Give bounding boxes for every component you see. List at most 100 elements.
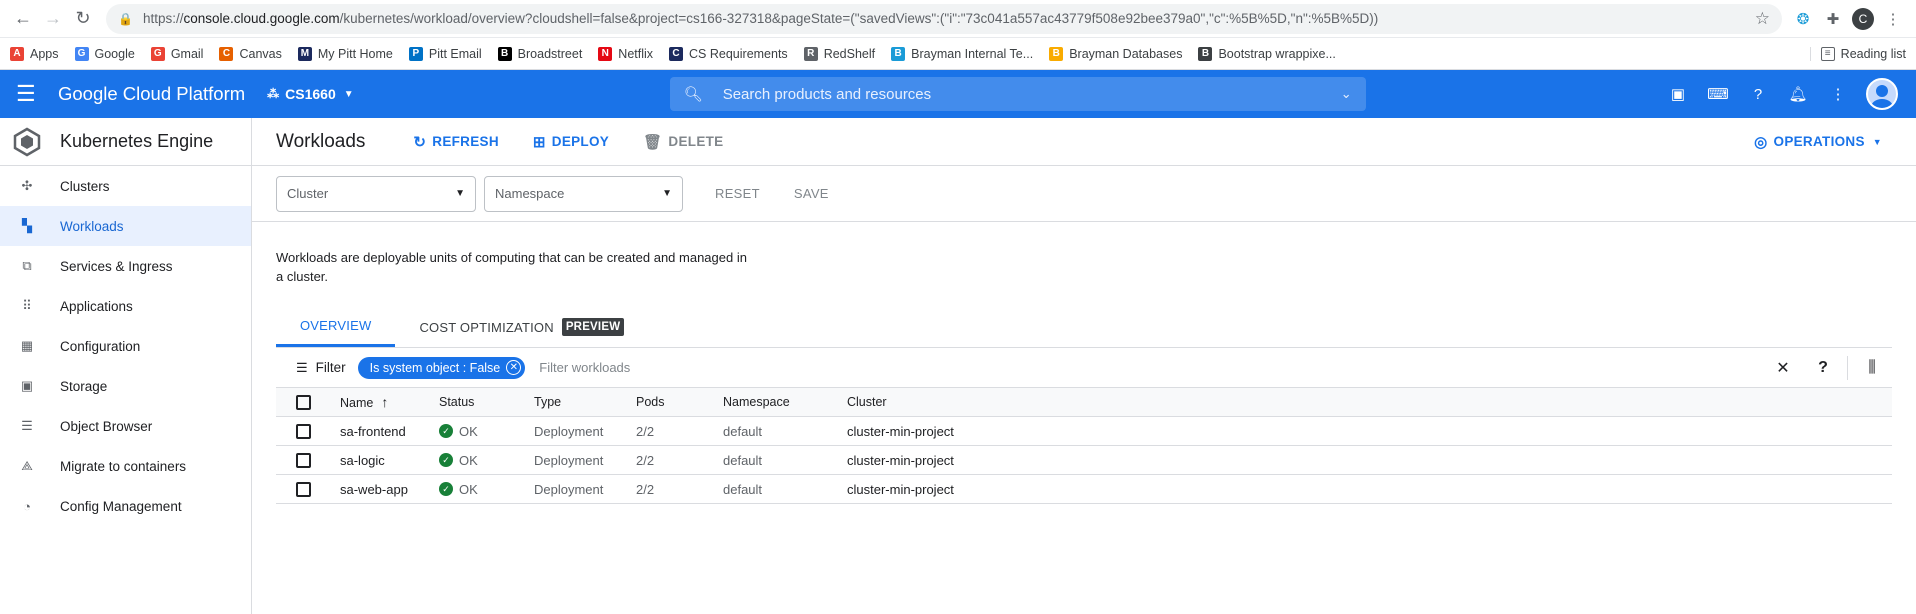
reset-button[interactable]: RESET — [715, 186, 760, 201]
column-display-icon[interactable]: ⫼ — [1852, 359, 1892, 377]
search-input[interactable]: 🔍︎ Search products and resources ⌄ — [669, 77, 1366, 111]
more-vert-icon[interactable]: ⋮ — [1818, 85, 1858, 103]
notifications-icon[interactable]: 🔔︎ — [1778, 85, 1818, 103]
clear-filter-icon[interactable]: ✕ — [1763, 358, 1803, 378]
bookmark-item[interactable]: C CS Requirements — [669, 46, 788, 61]
column-header-namespace[interactable]: Namespace — [723, 395, 847, 409]
platform-title[interactable]: Google Cloud Platform — [58, 83, 245, 105]
cluster-link[interactable]: cluster-min-project — [847, 453, 1047, 468]
column-header-cluster[interactable]: Cluster — [847, 395, 1047, 409]
hamburger-menu-icon[interactable]: ☰ — [16, 81, 40, 107]
refresh-button[interactable]: ↻ REFRESH — [413, 133, 498, 151]
chip-close-icon[interactable]: ✕ — [506, 360, 522, 375]
cloud-shell-icon[interactable]: ⌨ — [1698, 85, 1738, 103]
sidebar-item-services-ingress[interactable]: ⧉ Services & Ingress — [0, 246, 251, 286]
column-header-status[interactable]: Status — [439, 395, 534, 409]
namespace-cell: default — [723, 423, 763, 439]
pods-cell: 2/2 — [636, 423, 655, 439]
more-menu-icon[interactable]: ⋮ — [1878, 4, 1908, 34]
column-header-name-label: Name — [340, 396, 374, 410]
back-icon[interactable]: ← — [8, 4, 38, 34]
workload-name-link[interactable]: sa-frontend — [340, 424, 439, 439]
profile-avatar: C — [1852, 7, 1874, 30]
extension-icon[interactable]: ❂ — [1788, 4, 1818, 34]
tab-cost-optimization[interactable]: COST OPTIMIZATION PREVIEW — [395, 307, 648, 347]
sidebar-item-clusters[interactable]: ✣ Clusters — [0, 166, 251, 206]
description-text: Workloads are deployable units of comput… — [276, 250, 747, 284]
bookmark-label: Canvas — [239, 46, 282, 61]
workloads-icon: ▚ — [22, 218, 32, 233]
workload-name-link[interactable]: sa-logic — [340, 453, 439, 468]
bookmark-item[interactable]: R RedShelf — [803, 46, 875, 61]
filter-button[interactable]: ☰ Filter — [296, 360, 346, 376]
pods-cell: 2/2 — [636, 452, 655, 468]
gift-icon[interactable]: ▣ — [1658, 85, 1698, 103]
puzzle-extensions-icon[interactable]: ✚ — [1818, 4, 1848, 34]
namespace-dropdown-label: Namespace — [495, 186, 565, 201]
sidebar-item-label: Workloads — [60, 218, 124, 234]
bookmark-item[interactable]: M My Pitt Home — [297, 46, 393, 61]
column-header-pods[interactable]: Pods — [636, 395, 723, 409]
tab-cost-label: COST OPTIMIZATION — [419, 319, 554, 335]
cs-icon: C — [669, 46, 684, 61]
bookmarks-bar: A Apps G Google G Gmail C Canvas M My Pitt Home P P… — [0, 38, 1916, 70]
project-selector[interactable]: ⁂ CS1660 ▼ — [267, 86, 354, 102]
bookmark-item[interactable]: N Netflix — [598, 46, 653, 61]
main-content: Workloads ↻ REFRESH ⊞ DEPLOY 🗑︎ DELETE ◎ OPE… — [252, 118, 1916, 614]
reload-icon[interactable]: ↻ — [68, 4, 98, 34]
sidebar-item-applications[interactable]: ⠿ Applications — [0, 286, 251, 326]
sidebar-item-label: Migrate to containers — [60, 458, 187, 474]
bookmark-item[interactable]: B Bootstrap wrappixe... — [1198, 46, 1336, 61]
bookmark-item[interactable]: P Pitt Email — [408, 46, 482, 61]
reading-list[interactable]: ≡ Reading list — [1809, 46, 1906, 61]
sidebar-item-configuration[interactable]: ▦ Configuration — [0, 326, 251, 366]
help-icon[interactable]: ? — [1803, 359, 1843, 377]
row-checkbox[interactable] — [276, 481, 340, 497]
caret-down-icon: ▼ — [343, 88, 354, 100]
cluster-link[interactable]: cluster-min-project — [847, 482, 1047, 497]
url-path: /kubernetes/workload/overview?cloudshell… — [339, 11, 1379, 26]
bookmark-star-icon[interactable]: ☆ — [1755, 9, 1770, 29]
workload-name-link[interactable]: sa-web-app — [340, 482, 439, 497]
bookmark-item[interactable]: B Brayman Databases — [1049, 46, 1182, 61]
select-all-checkbox[interactable] — [276, 394, 340, 410]
row-checkbox[interactable] — [276, 423, 340, 439]
filter-workloads-input[interactable]: Filter workloads — [539, 360, 630, 375]
column-header-name[interactable]: Name ↑ — [340, 394, 439, 410]
bookmark-label: My Pitt Home — [317, 46, 393, 61]
bookmark-item[interactable]: G Gmail — [150, 46, 203, 61]
sidebar-item-storage[interactable]: ▣ Storage — [0, 366, 251, 406]
address-bar[interactable]: 🔒 https://console.cloud.google.com/kuber… — [106, 3, 1782, 34]
add-box-icon: ⊞ — [532, 133, 546, 151]
save-button[interactable]: SAVE — [794, 186, 829, 201]
row-checkbox[interactable] — [276, 452, 340, 468]
bookmark-item[interactable]: A Apps — [10, 46, 59, 61]
bookmark-item[interactable]: C Canvas — [219, 46, 282, 61]
sidebar-item-config-management[interactable]: ◔ Config Management — [0, 486, 251, 526]
deploy-button[interactable]: ⊞ DEPLOY — [533, 133, 609, 151]
deploy-label: DEPLOY — [551, 134, 610, 149]
profile-button[interactable]: C — [1848, 4, 1878, 34]
chevron-down-icon[interactable]: ⌄ — [1341, 86, 1352, 102]
cluster-dropdown[interactable]: Cluster ▼ — [276, 175, 476, 212]
sidebar-item-workloads[interactable]: ▚ Workloads — [0, 206, 251, 246]
sidebar-item-migrate-to-containers[interactable]: ⟁ Migrate to containers — [0, 446, 251, 486]
user-avatar[interactable] — [1866, 78, 1898, 110]
operations-button[interactable]: ◎ OPERATIONS ▼ — [1754, 133, 1882, 151]
tab-overview[interactable]: OVERVIEW — [276, 307, 396, 347]
column-header-type[interactable]: Type — [534, 395, 636, 409]
type-cell: Deployment — [534, 452, 604, 468]
cluster-link[interactable]: cluster-min-project — [847, 424, 1047, 439]
bookmark-item[interactable]: B Brayman Internal Te... — [891, 46, 1033, 61]
namespace-dropdown[interactable]: Namespace ▼ — [484, 175, 683, 212]
bookmark-item[interactable]: B Broadstreet — [497, 46, 582, 61]
table-row: sa-web-app ✓ OK Deployment 2/2 default cluster… — [276, 475, 1892, 504]
forward-icon[interactable]: → — [38, 4, 68, 34]
delete-button[interactable]: 🗑︎ DELETE — [643, 133, 723, 151]
caret-down-icon: ▼ — [455, 188, 465, 199]
bookmark-item[interactable]: G Google — [74, 46, 135, 61]
refresh-icon: ↻ — [413, 133, 427, 151]
sidebar-item-object-browser[interactable]: ☰ Object Browser — [0, 406, 251, 446]
help-icon[interactable]: ? — [1738, 86, 1778, 103]
filter-chip[interactable]: Is system object : False ✕ — [357, 356, 526, 379]
